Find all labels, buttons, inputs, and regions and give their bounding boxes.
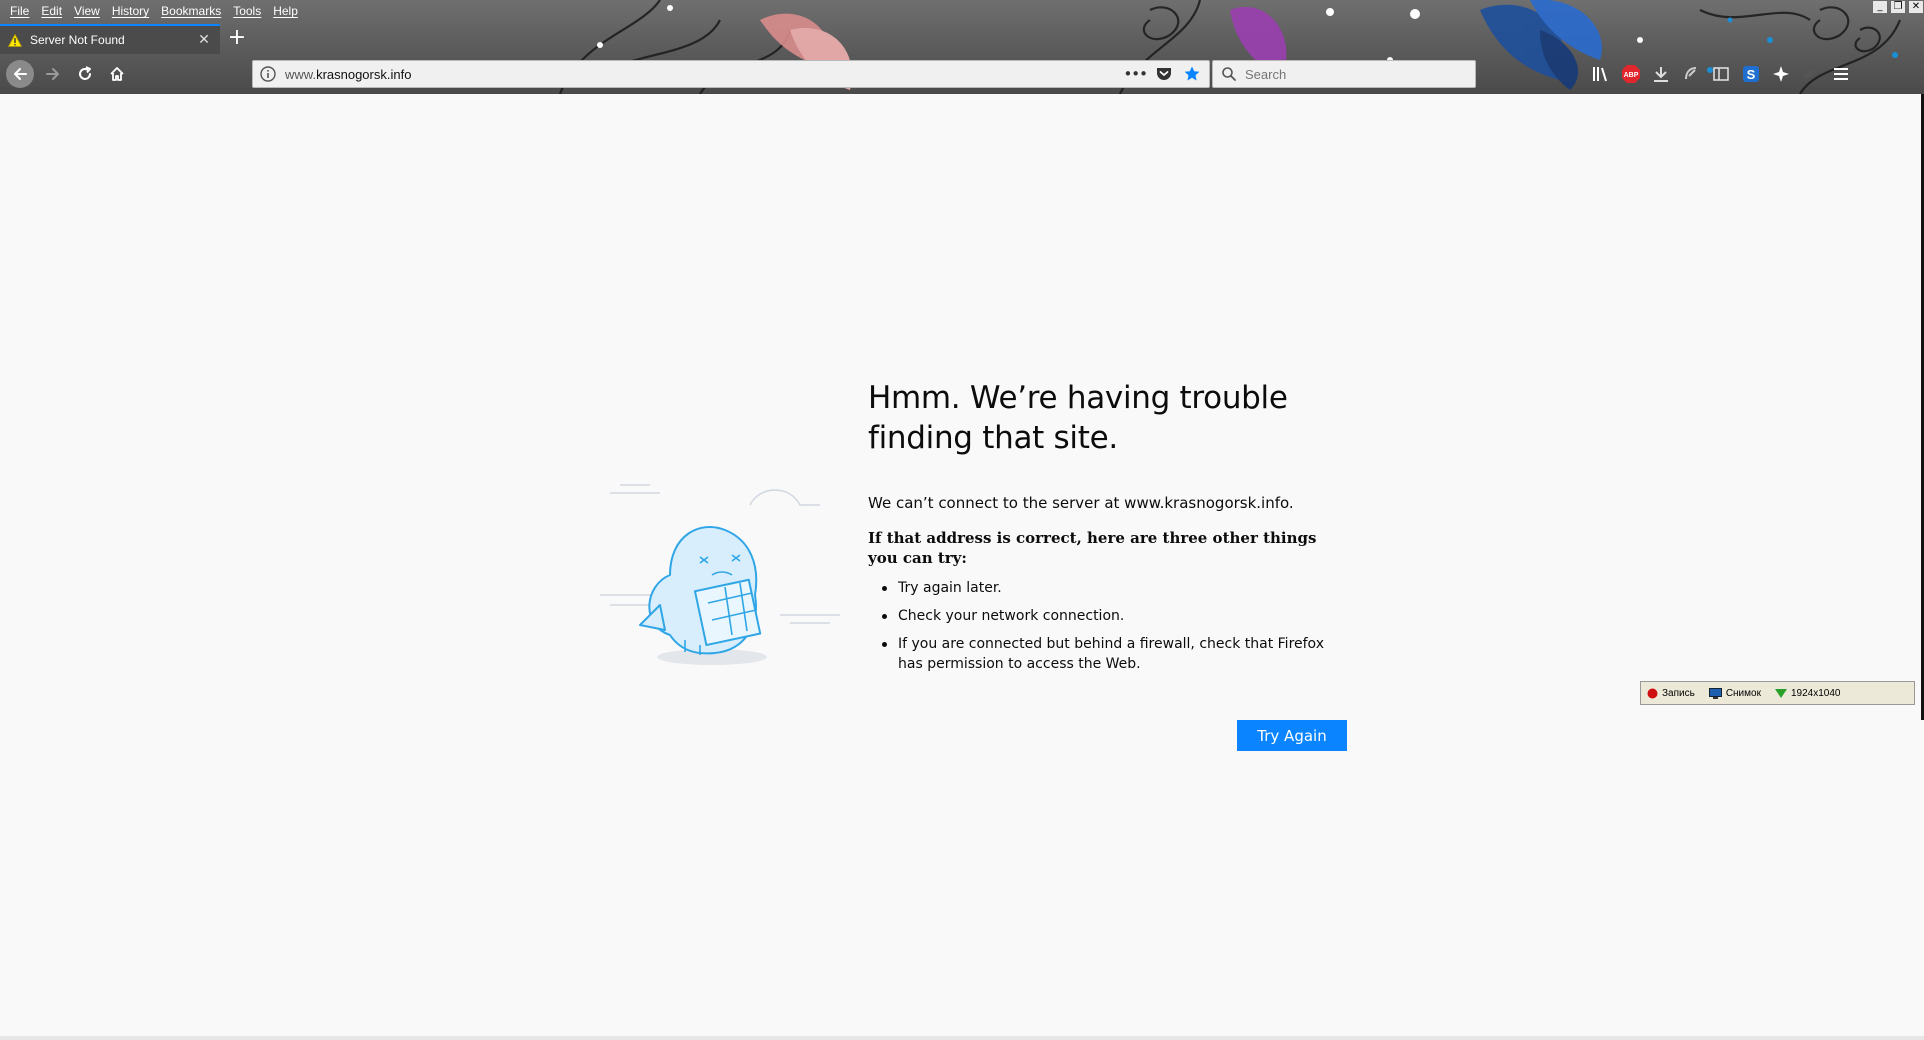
url-domain: krasnogorsk.info bbox=[316, 66, 412, 82]
home-icon bbox=[110, 67, 124, 81]
try-again-button[interactable]: Try Again bbox=[1237, 720, 1347, 751]
tab-close-icon[interactable]: ✕ bbox=[196, 32, 212, 48]
reload-button[interactable] bbox=[71, 60, 99, 88]
suggestions-list: Try again later. Check your network conn… bbox=[868, 578, 1348, 674]
addon-icon[interactable] bbox=[1680, 63, 1702, 85]
triangle-down-icon bbox=[1774, 688, 1787, 698]
snapshot-label: Снимок bbox=[1725, 687, 1761, 699]
menu-history[interactable]: History bbox=[106, 0, 155, 22]
forward-icon bbox=[46, 68, 59, 80]
menu-tools[interactable]: Tools bbox=[227, 0, 267, 22]
error-container: Hmm. We’re having trouble finding that s… bbox=[868, 378, 1348, 682]
navigation-toolbar: www.krasnogorsk.info ••• ABP S bbox=[0, 56, 1924, 92]
download-icon[interactable] bbox=[1650, 63, 1672, 85]
back-button[interactable] bbox=[6, 60, 34, 88]
record-button[interactable]: Запись bbox=[1647, 688, 1695, 699]
forward-button[interactable] bbox=[39, 60, 67, 88]
suggestion-item: Check your network connection. bbox=[882, 606, 1348, 626]
toolbar-right: ABP S bbox=[1590, 62, 1852, 86]
minimize-button[interactable]: _ bbox=[1872, 0, 1888, 14]
error-suggestion-heading: If that address is correct, here are thr… bbox=[868, 529, 1317, 567]
error-description: We can’t connect to the server at www.kr… bbox=[868, 494, 1294, 512]
search-bar[interactable] bbox=[1212, 60, 1476, 88]
record-label: Запись bbox=[1662, 687, 1695, 699]
menu-view[interactable]: View bbox=[68, 0, 106, 22]
search-icon bbox=[1222, 67, 1236, 81]
menu-bookmarks[interactable]: Bookmarks bbox=[155, 0, 227, 22]
record-icon bbox=[1647, 688, 1658, 698]
snapshot-button[interactable]: Снимок bbox=[1708, 687, 1761, 699]
url-prefix: www. bbox=[285, 66, 317, 82]
svg-text:S: S bbox=[1747, 67, 1756, 82]
extension-icon[interactable] bbox=[1770, 63, 1792, 85]
star-icon[interactable] bbox=[1183, 65, 1201, 83]
skype-icon[interactable]: S bbox=[1740, 63, 1762, 85]
tab-strip: Server Not Found ✕ + bbox=[0, 24, 254, 54]
browser-chrome: File Edit View History Bookmarks Tools H… bbox=[0, 0, 1924, 94]
menu-bar: File Edit View History Bookmarks Tools H… bbox=[0, 0, 304, 22]
url-bar[interactable]: www.krasnogorsk.info ••• bbox=[252, 60, 1210, 88]
reload-icon bbox=[79, 66, 91, 80]
home-button[interactable] bbox=[103, 60, 131, 88]
resolution-button[interactable]: 1924x1040 bbox=[1774, 687, 1841, 699]
window-controls: _ ❐ ✕ bbox=[1870, 0, 1924, 16]
suggestion-item: If you are connected but behind a firewa… bbox=[882, 634, 1348, 674]
monitor-icon bbox=[1708, 687, 1722, 699]
tab-title: Server Not Found bbox=[30, 33, 125, 47]
search-input[interactable] bbox=[1243, 65, 1447, 83]
sidebar-icon[interactable] bbox=[1710, 63, 1732, 85]
new-tab-button[interactable]: + bbox=[220, 24, 254, 54]
lost-dinosaur-illustration bbox=[600, 484, 840, 665]
restore-button[interactable]: ❐ bbox=[1890, 0, 1906, 14]
bird-icon[interactable] bbox=[1800, 63, 1822, 85]
resolution-label: 1924x1040 bbox=[1790, 687, 1841, 699]
error-title: Hmm. We’re having trouble finding that s… bbox=[868, 380, 1288, 456]
menu-file[interactable]: File bbox=[4, 0, 35, 22]
status-strip bbox=[0, 1036, 1924, 1040]
url-text[interactable]: www.krasnogorsk.info bbox=[285, 67, 1123, 82]
library-icon[interactable] bbox=[1590, 63, 1612, 85]
info-icon[interactable] bbox=[259, 65, 277, 83]
menu-edit[interactable]: Edit bbox=[35, 0, 68, 22]
back-icon bbox=[14, 68, 27, 80]
menu-icon[interactable] bbox=[1830, 63, 1852, 85]
tab-server-not-found[interactable]: Server Not Found ✕ bbox=[0, 24, 220, 54]
page-actions-button[interactable]: ••• bbox=[1123, 65, 1148, 83]
suggestion-item: Try again later. bbox=[882, 578, 1348, 598]
menu-help[interactable]: Help bbox=[267, 0, 304, 22]
svg-text:ABP: ABP bbox=[1624, 72, 1639, 79]
warning-icon bbox=[8, 33, 22, 47]
close-window-button[interactable]: ✕ bbox=[1908, 0, 1924, 14]
pocket-icon[interactable] bbox=[1155, 65, 1173, 83]
adblock-icon[interactable]: ABP bbox=[1620, 63, 1642, 85]
screen-recorder-widget: Запись Снимок 1924x1040 bbox=[1640, 681, 1915, 705]
